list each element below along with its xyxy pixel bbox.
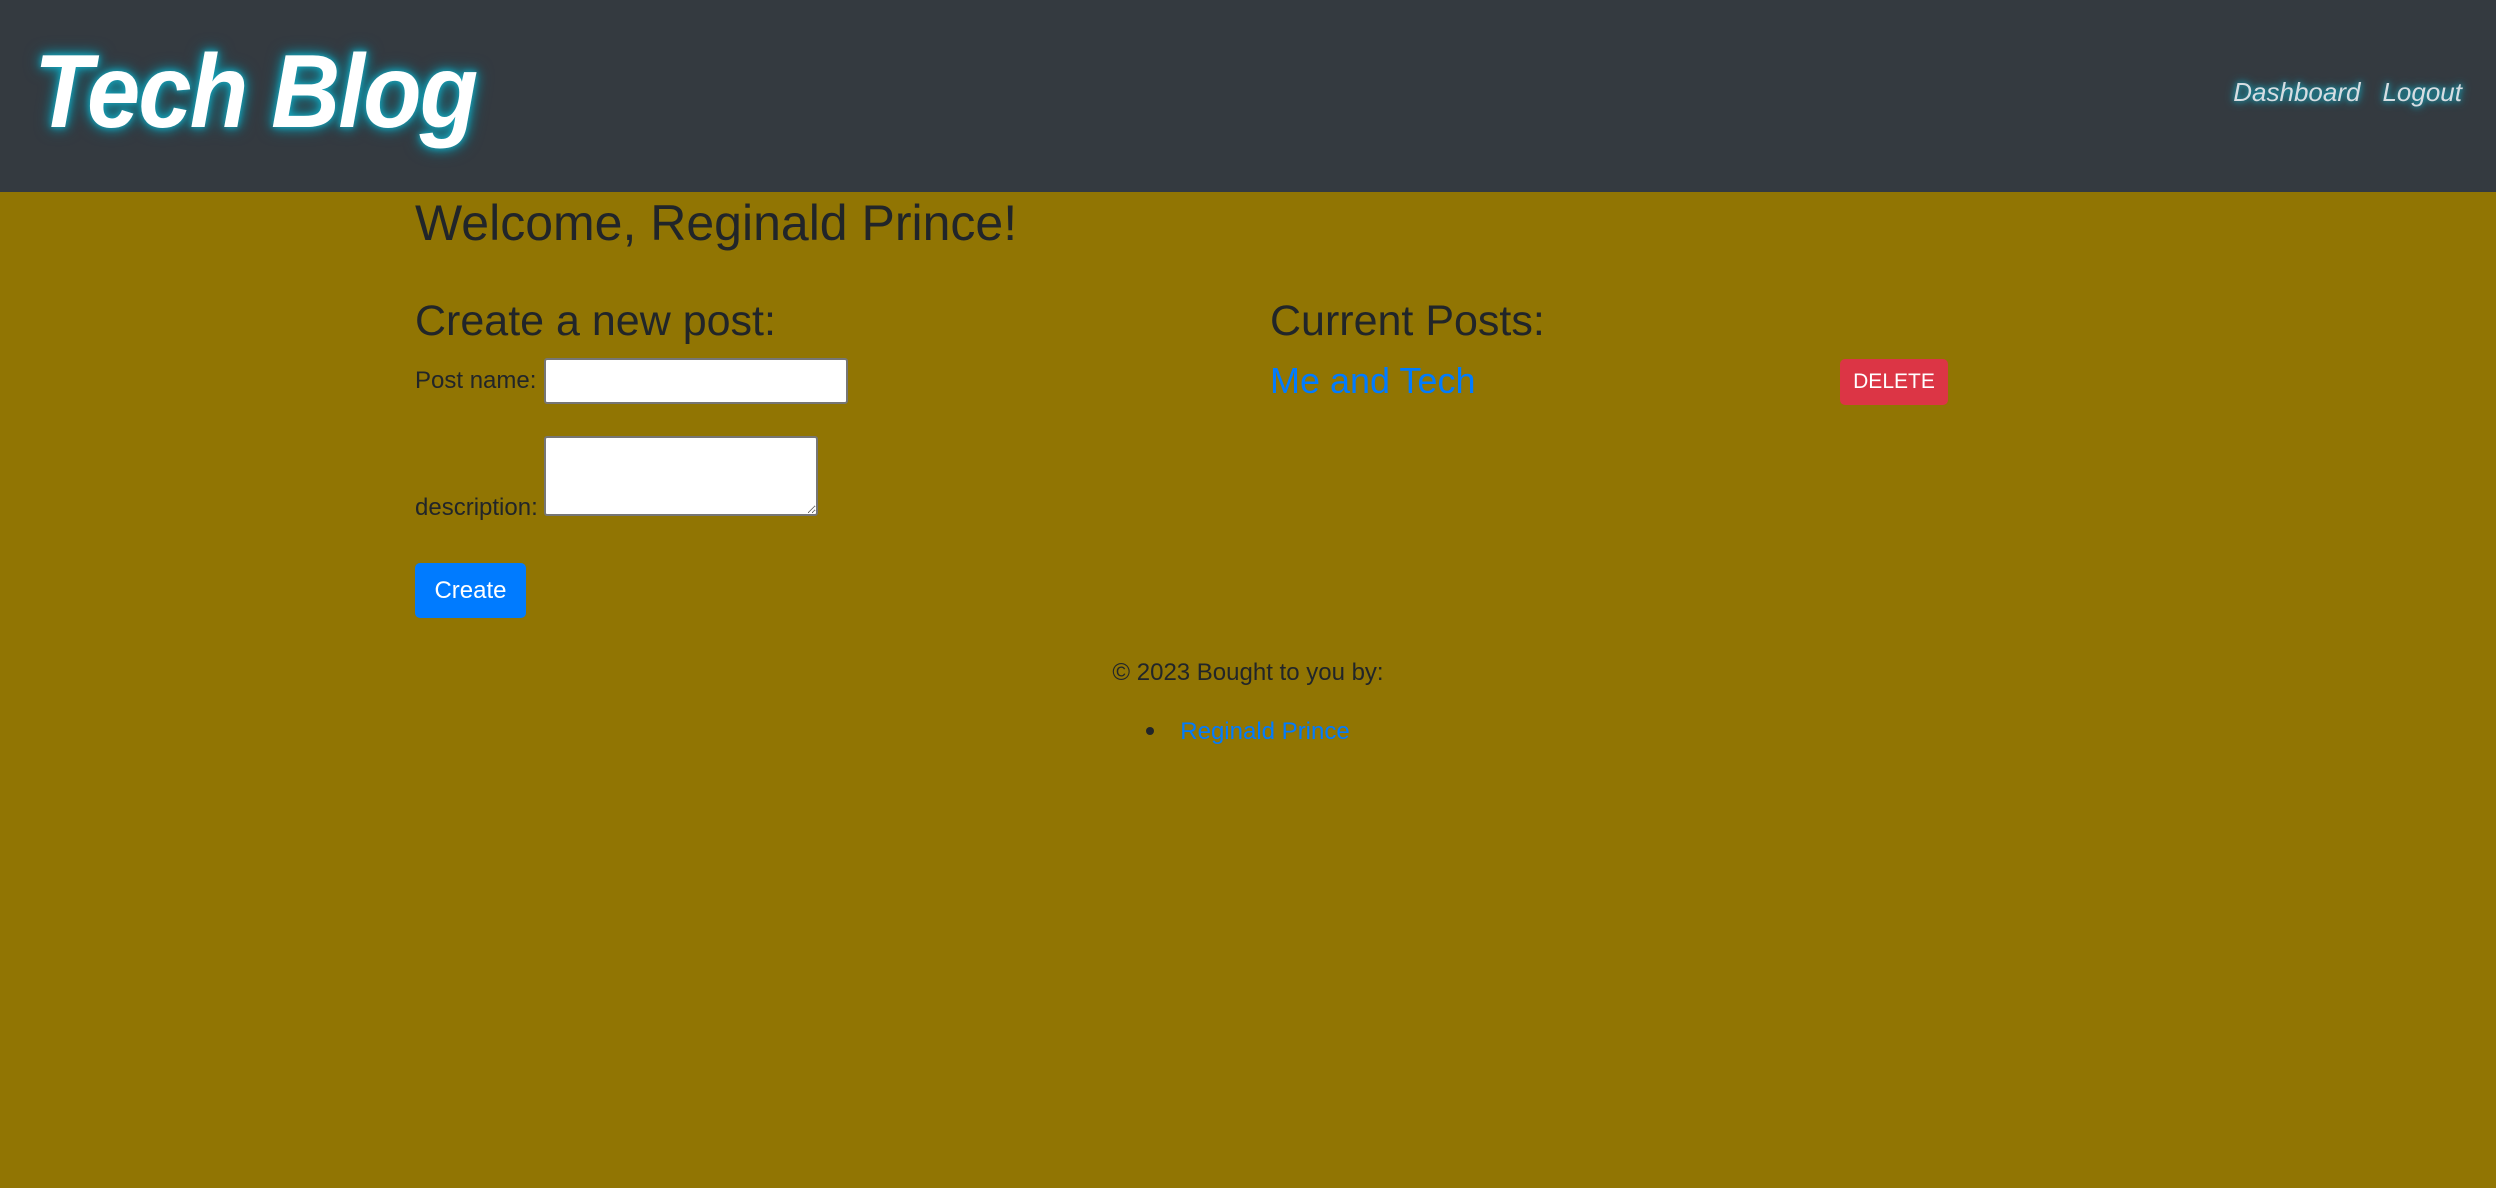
post-title-link[interactable]: Me and Tech xyxy=(1270,360,1475,402)
post-name-input[interactable] xyxy=(544,358,848,404)
create-post-button[interactable]: Create xyxy=(415,563,526,618)
bullet-icon xyxy=(1146,726,1155,735)
description-textarea[interactable] xyxy=(544,436,818,516)
nav-dashboard-link[interactable]: Dashboard xyxy=(2233,76,2360,108)
delete-post-button[interactable]: DELETE xyxy=(1840,359,1948,405)
site-logo: Tech Blog xyxy=(34,34,478,150)
site-header: Tech Blog Dashboard Logout xyxy=(0,0,2496,192)
footer-credit: © 2023 Bought to you by: xyxy=(1112,659,1384,686)
main-nav: Dashboard Logout xyxy=(2233,76,2462,108)
footer-author-list: Reginald Prince xyxy=(0,717,2496,747)
nav-logout-link[interactable]: Logout xyxy=(2382,76,2462,108)
list-item: Reginald Prince xyxy=(1146,717,1350,747)
author-link[interactable]: Reginald Prince xyxy=(1180,718,1349,745)
post-name-label: Post name: xyxy=(415,367,537,394)
current-posts-heading: Current Posts: xyxy=(1270,297,1545,345)
create-post-heading: Create a new post: xyxy=(415,297,776,345)
description-label: description: xyxy=(415,494,538,521)
welcome-heading: Welcome, Reginald Prince! xyxy=(415,195,1018,251)
